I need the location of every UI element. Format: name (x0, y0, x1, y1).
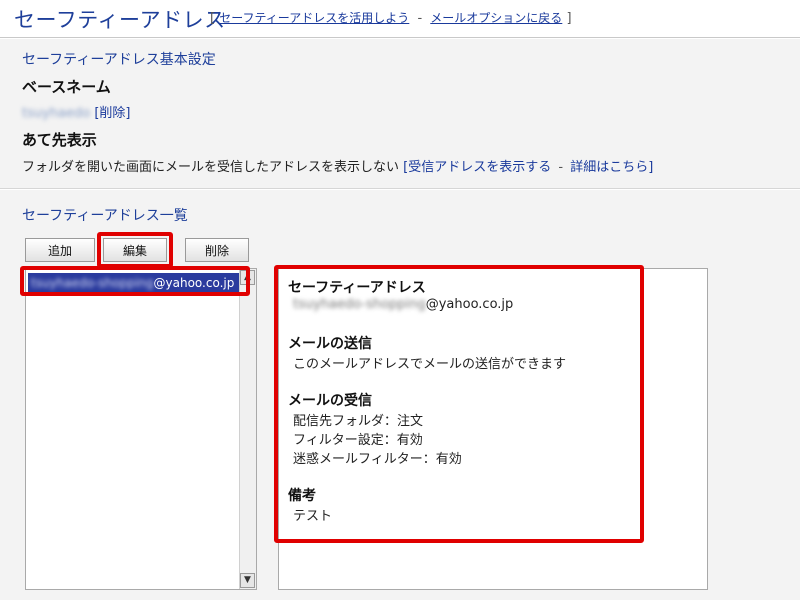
address-list-title: セーフティーアドレス一覧 (22, 208, 188, 224)
list-item[interactable]: tsuyhaedo-shopping@yahoo.co.jp (28, 273, 240, 293)
detail-receive-spam: 迷惑メールフィルター：有効 (293, 452, 462, 467)
list-item-domain: @yahoo.co.jp (153, 276, 235, 290)
detail-address-prefix: tsuyhaedo-shopping (293, 297, 426, 312)
page-title: セーフティーアドレス (14, 8, 226, 32)
list-item-prefix: tsuyhaedo-shopping (31, 276, 154, 290)
use-safety-address-link[interactable]: セーフティーアドレスを活用しよう (219, 11, 409, 25)
delete-basename-link[interactable]: [削除] (94, 106, 130, 121)
detail-address-label: セーフティーアドレス (288, 280, 426, 296)
basic-settings-title: セーフティーアドレス基本設定 (22, 52, 216, 68)
detail-note-label: 備考 (288, 488, 316, 504)
detail-send-value: このメールアドレスでメールの送信ができます (293, 357, 567, 372)
bracket-open: [ (210, 11, 216, 26)
basename-value: tsuyhaedo (22, 106, 91, 121)
details-link[interactable]: 詳細はこちら (570, 160, 648, 175)
scroll-up-arrow-icon[interactable]: ▲ (240, 270, 255, 285)
page-header: セーフティーアドレス [ セーフティーアドレスを活用しよう - メールオプション… (0, 0, 800, 38)
scroll-down-arrow-icon[interactable]: ▼ (240, 573, 255, 588)
detail-receive-label: メールの受信 (288, 393, 372, 409)
detail-note-value: テスト (293, 509, 333, 524)
address-listbox[interactable]: tsuyhaedo-shopping@yahoo.co.jp ▲ ▼ (25, 268, 257, 590)
address-list-section: セーフティーアドレス一覧 追加 編集 削除 tsuyhaedo-shopping… (0, 190, 800, 600)
basename-label: ベースネーム (22, 78, 111, 96)
detail-address-domain: @yahoo.co.jp (425, 297, 514, 312)
delete-button[interactable]: 削除 (185, 238, 249, 262)
detail-address-value: tsuyhaedo-shopping@yahoo.co.jp (293, 297, 513, 312)
bracket-close: ] (566, 11, 572, 26)
add-button[interactable]: 追加 (25, 238, 95, 262)
edit-button[interactable]: 編集 (103, 238, 167, 262)
header-links: [ セーフティーアドレスを活用しよう - メールオプションに戻る ] (210, 9, 572, 26)
destination-display-text: フォルダを開いた画面にメールを受信したアドレスを表示しない (22, 160, 400, 175)
separator: - (417, 11, 423, 26)
show-received-address-link[interactable]: 受信アドレスを表示する (408, 160, 551, 175)
detail-receive-filter: フィルター設定：有効 (293, 433, 423, 448)
detail-receive-folder: 配信先フォルダ：注文 (293, 414, 424, 429)
destination-display-row: フォルダを開いた画面にメールを受信したアドレスを表示しない [受信アドレスを表示… (22, 156, 653, 175)
basename-row: tsuyhaedo [削除] (22, 102, 131, 121)
destination-display-label: あて先表示 (22, 131, 97, 149)
back-to-mail-options-link[interactable]: メールオプションに戻る (430, 11, 562, 25)
bracket-close: ] (648, 160, 654, 175)
address-detail-panel: セーフティーアドレス tsuyhaedo-shopping@yahoo.co.j… (278, 268, 708, 590)
listbox-scrollbar[interactable]: ▲ ▼ (239, 269, 256, 589)
separator: - (558, 160, 564, 175)
basic-settings-section: セーフティーアドレス基本設定 ベースネーム tsuyhaedo [削除] あて先… (0, 39, 800, 189)
detail-send-label: メールの送信 (288, 336, 372, 352)
